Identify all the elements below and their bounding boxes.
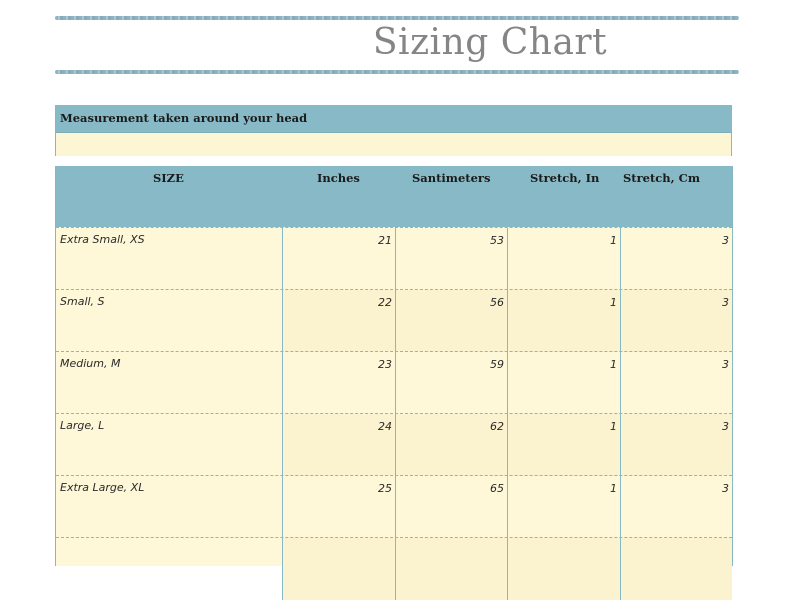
inches-cell: 25 bbox=[282, 476, 395, 538]
stretch-cm-cell: 3 bbox=[620, 228, 732, 290]
stretch-in-cell: 1 bbox=[507, 476, 620, 538]
inches-cell bbox=[282, 538, 395, 600]
inches-cell: 21 bbox=[282, 228, 395, 290]
measurement-note-body bbox=[56, 132, 731, 156]
table-row: Medium, M 23 59 1 3 bbox=[56, 351, 732, 414]
table-row-empty bbox=[56, 537, 732, 600]
table-row: Extra Small, XS 21 53 1 3 bbox=[56, 227, 732, 290]
bottom-decorative-rule bbox=[55, 70, 739, 74]
stretch-in-cell: 1 bbox=[507, 290, 620, 352]
column-header-santimeters: Santimeters bbox=[412, 171, 491, 185]
santimeters-cell: 53 bbox=[395, 228, 507, 290]
column-header-size: SIZE bbox=[153, 171, 184, 185]
size-cell: Extra Small, XS bbox=[60, 233, 145, 246]
column-header-stretch-cm: Stretch, Cm bbox=[623, 171, 700, 185]
santimeters-cell: 56 bbox=[395, 290, 507, 352]
stretch-cm-cell: 3 bbox=[620, 414, 732, 476]
stretch-in-cell: 1 bbox=[507, 352, 620, 414]
measurement-note-heading: Measurement taken around your head bbox=[56, 106, 731, 132]
santimeters-cell: 65 bbox=[395, 476, 507, 538]
table-row: Small, S 22 56 1 3 bbox=[56, 289, 732, 352]
inches-cell: 24 bbox=[282, 414, 395, 476]
column-header-inches: Inches bbox=[317, 171, 360, 185]
stretch-cm-cell: 3 bbox=[620, 476, 732, 538]
stretch-cm-cell: 3 bbox=[620, 290, 732, 352]
santimeters-cell bbox=[395, 538, 507, 600]
size-cell: Extra Large, XL bbox=[60, 481, 145, 494]
measurement-note: Measurement taken around your head bbox=[55, 105, 732, 156]
top-decorative-rule bbox=[55, 16, 739, 20]
column-header-stretch-in: Stretch, In bbox=[530, 171, 600, 185]
stretch-cm-cell: 3 bbox=[620, 352, 732, 414]
size-cell: Small, S bbox=[60, 295, 105, 308]
stretch-in-cell bbox=[507, 538, 620, 600]
inches-cell: 23 bbox=[282, 352, 395, 414]
table-header: SIZE Inches Santimeters Stretch, In Stre… bbox=[56, 166, 732, 227]
size-cell bbox=[56, 538, 282, 600]
size-cell: Medium, M bbox=[60, 357, 121, 370]
stretch-in-cell: 1 bbox=[507, 414, 620, 476]
stretch-cm-cell bbox=[620, 538, 732, 600]
table-row: Large, L 24 62 1 3 bbox=[56, 413, 732, 476]
sizing-table: SIZE Inches Santimeters Stretch, In Stre… bbox=[55, 166, 733, 600]
stretch-in-cell: 1 bbox=[507, 228, 620, 290]
santimeters-cell: 62 bbox=[395, 414, 507, 476]
santimeters-cell: 59 bbox=[395, 352, 507, 414]
table-row: Extra Large, XL 25 65 1 3 bbox=[56, 475, 732, 538]
inches-cell: 22 bbox=[282, 290, 395, 352]
page-title: Sizing Chart bbox=[372, 22, 608, 63]
size-cell: Large, L bbox=[60, 419, 105, 432]
